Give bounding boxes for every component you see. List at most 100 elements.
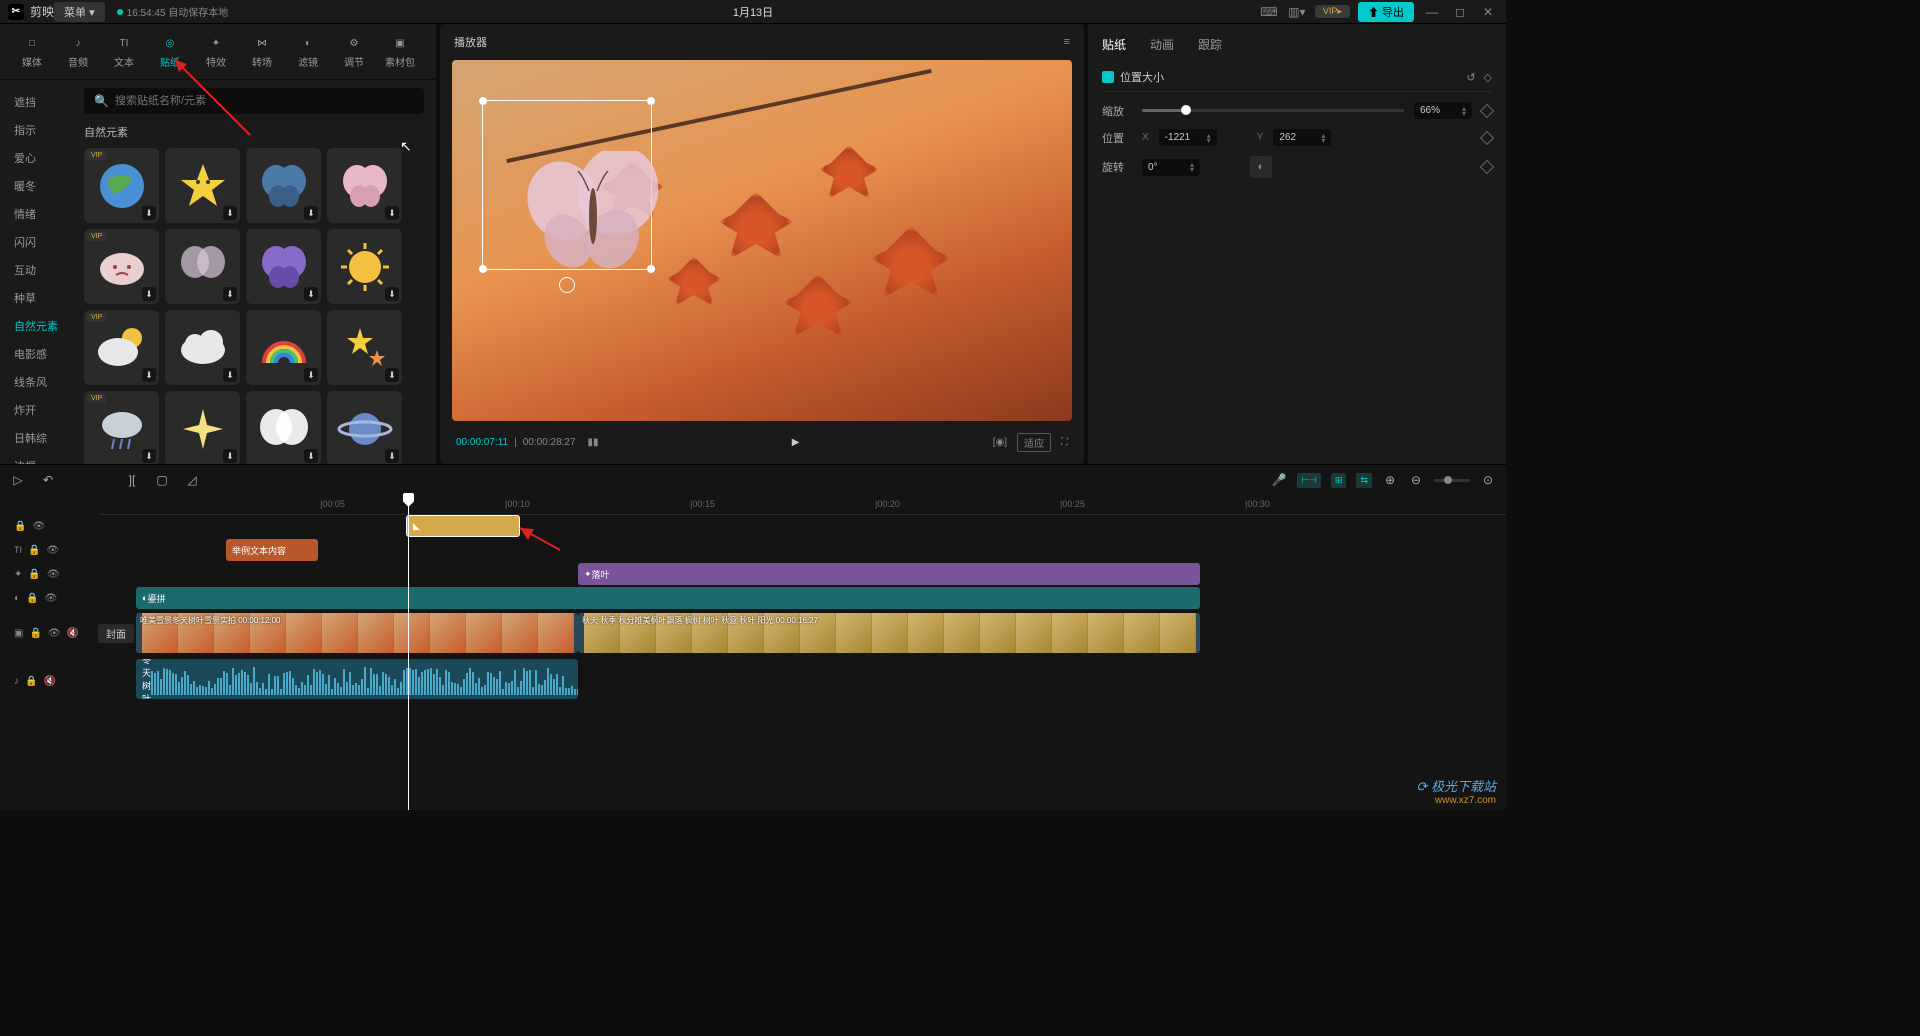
track-lock-icon[interactable]: 🔒 — [28, 569, 40, 580]
top-tab-贴纸[interactable]: ◎贴纸 — [148, 30, 192, 73]
scale-input[interactable]: 66%▴▾ — [1414, 102, 1472, 119]
rotation-input[interactable]: 0°▴▾ — [1142, 159, 1200, 176]
ruler[interactable]: |00:05|00:10|00:15|00:20|00:25|00:30 — [100, 495, 1506, 515]
snap-icon[interactable]: ⊢⊣ — [1297, 473, 1321, 488]
menu-button[interactable]: 菜单 ▾ — [54, 2, 105, 22]
search-box[interactable]: 🔍 — [84, 88, 424, 114]
flip-h-icon[interactable]: ◐ — [1250, 156, 1272, 178]
mirror-icon[interactable]: ◿ — [184, 472, 200, 488]
sticker-clip[interactable]: ◣ — [406, 515, 520, 537]
minimize-icon[interactable]: — — [1422, 4, 1442, 20]
search-input[interactable] — [115, 95, 414, 107]
download-icon[interactable]: ⬇ — [223, 206, 237, 220]
align-icon[interactable]: ⊕ — [1382, 472, 1398, 488]
sticker-item[interactable]: ⬇ — [327, 310, 402, 385]
track-eye-icon[interactable]: 👁 — [46, 545, 59, 556]
top-tab-转场[interactable]: ⋈转场 — [240, 30, 284, 73]
sticker-item[interactable]: ⬇ — [327, 148, 402, 223]
y-input[interactable]: 262▴▾ — [1273, 129, 1331, 146]
category-item[interactable]: 闪闪 — [0, 228, 72, 256]
mic-icon[interactable]: 🎤 — [1271, 472, 1287, 488]
sticker-item[interactable]: VIP⬇ — [84, 148, 159, 223]
selection-box[interactable] — [482, 100, 652, 270]
link-icon[interactable]: ⇆ — [1356, 473, 1372, 488]
sticker-item[interactable]: ⬇ — [246, 229, 321, 304]
play-button[interactable]: ▶ — [792, 437, 800, 448]
top-tab-媒体[interactable]: □媒体 — [10, 30, 54, 73]
sticker-item[interactable]: VIP⬇ — [84, 229, 159, 304]
track-eye-icon[interactable]: 👁 — [32, 521, 45, 532]
reset-icon[interactable]: ↺ — [1466, 71, 1475, 84]
scale-slider[interactable] — [1142, 109, 1404, 112]
close-icon[interactable]: ✕ — [1478, 4, 1498, 20]
layout-icon[interactable]: ▥▾ — [1287, 4, 1307, 20]
category-item[interactable]: 种草 — [0, 284, 72, 312]
track-eye-icon[interactable]: 👁 — [45, 593, 58, 604]
category-item[interactable]: 边框 — [0, 452, 72, 464]
preview-video[interactable] — [452, 60, 1072, 421]
ratio-button[interactable]: 适应 — [1017, 433, 1051, 452]
download-icon[interactable]: ⬇ — [142, 449, 156, 463]
category-item[interactable]: 遮挡 — [0, 88, 72, 116]
top-tab-调节[interactable]: ⚙调节 — [332, 30, 376, 73]
download-icon[interactable]: ⬇ — [223, 287, 237, 301]
track-lock-icon[interactable]: 🔒 — [14, 521, 26, 532]
cover-button[interactable]: 封面 — [98, 624, 134, 643]
download-icon[interactable]: ⬇ — [385, 206, 399, 220]
shortcut-icon[interactable]: ⌨ — [1259, 4, 1279, 20]
top-tab-素材包[interactable]: ▣素材包 — [378, 30, 422, 73]
track-mute-icon[interactable]: 🔇 — [67, 628, 79, 639]
sticker-item[interactable]: ⬇ — [246, 148, 321, 223]
category-item[interactable]: 线条风 — [0, 368, 72, 396]
maximize-icon[interactable]: ◻ — [1450, 4, 1470, 20]
sticker-item[interactable]: ⬇ — [246, 310, 321, 385]
x-input[interactable]: -1221▴▾ — [1159, 129, 1217, 146]
track-eye-icon[interactable]: 👁 — [47, 569, 60, 580]
effect-clip[interactable]: ✦ 落叶 — [578, 563, 1200, 585]
sticker-item[interactable]: ⬇ — [165, 391, 240, 464]
category-item[interactable]: 炸开 — [0, 396, 72, 424]
zoom-slider[interactable] — [1434, 479, 1470, 482]
compare-icon[interactable]: ▮▮ — [588, 437, 599, 448]
undo-icon[interactable]: ↶ — [40, 472, 56, 488]
download-icon[interactable]: ⬇ — [385, 449, 399, 463]
track-lock-icon[interactable]: 🔒 — [26, 593, 38, 604]
category-item[interactable]: 情绪 — [0, 200, 72, 228]
download-icon[interactable]: ⬇ — [385, 287, 399, 301]
preview-menu-icon[interactable]: ≡ — [1064, 36, 1070, 48]
category-item[interactable]: 电影感 — [0, 340, 72, 368]
sticker-item[interactable]: ⬇ — [165, 229, 240, 304]
category-item[interactable]: 日韩综 — [0, 424, 72, 452]
delete-icon[interactable]: ▢ — [154, 472, 170, 488]
download-icon[interactable]: ⬇ — [223, 449, 237, 463]
track-eye-icon[interactable]: 👁 — [48, 628, 61, 639]
keyframe-icon[interactable] — [1480, 103, 1494, 117]
right-tab[interactable]: 动画 — [1150, 36, 1174, 53]
category-item[interactable]: 互动 — [0, 256, 72, 284]
vip-badge[interactable]: VIP▸ — [1315, 5, 1350, 18]
track-lock-icon[interactable]: 🔒 — [28, 545, 40, 556]
download-icon[interactable]: ⬇ — [223, 368, 237, 382]
category-item[interactable]: 暖冬 — [0, 172, 72, 200]
download-icon[interactable]: ⬇ — [142, 206, 156, 220]
right-tab[interactable]: 贴纸 — [1102, 36, 1126, 53]
track-lock-icon[interactable]: 🔒 — [29, 628, 41, 639]
preview-axis-icon[interactable]: ⊞ — [1331, 473, 1347, 488]
sticker-item[interactable]: ⬇ — [165, 310, 240, 385]
butterfly-sticker[interactable] — [523, 151, 673, 281]
top-tab-滤镜[interactable]: ◐滤镜 — [286, 30, 330, 73]
sticker-item[interactable]: ⬇ — [246, 391, 321, 464]
section-checkbox[interactable] — [1102, 71, 1114, 83]
sticker-item[interactable]: ⬇ — [327, 391, 402, 464]
zoom-out-icon[interactable]: ⊖ — [1408, 472, 1424, 488]
sticker-item[interactable]: VIP⬇ — [84, 391, 159, 464]
audio-clip[interactable]: 唯美雪景冬天树叶雪景实拍 — [136, 659, 578, 699]
export-button[interactable]: ⬆ 导出 — [1358, 2, 1414, 22]
download-icon[interactable]: ⬇ — [304, 287, 318, 301]
select-tool-icon[interactable]: ▷ — [10, 472, 26, 488]
category-item[interactable]: 自然元素 — [0, 312, 72, 340]
download-icon[interactable]: ⬇ — [142, 368, 156, 382]
download-icon[interactable]: ⬇ — [304, 206, 318, 220]
text-clip[interactable]: 举例文本内容 — [226, 539, 318, 561]
right-tab[interactable]: 跟踪 — [1198, 36, 1222, 53]
